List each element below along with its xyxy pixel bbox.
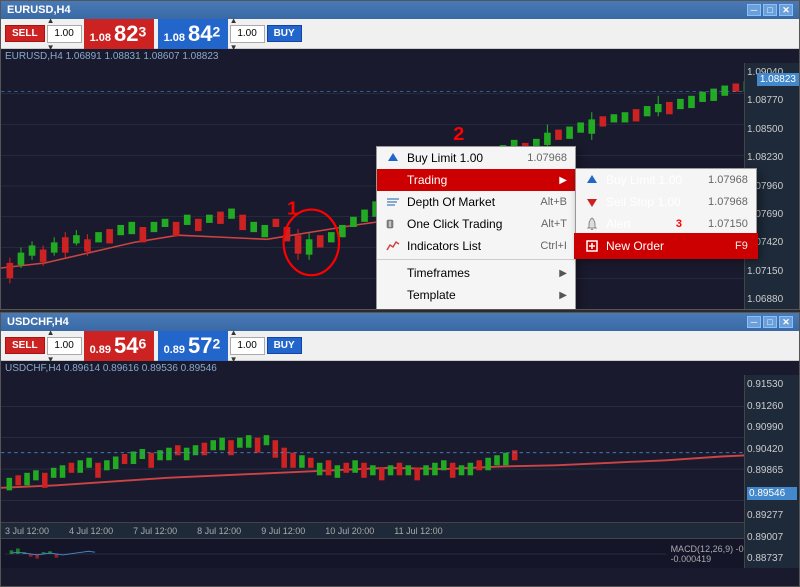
menu-item-buy-limit-top[interactable]: Buy Limit 1.00 1.07968: [377, 147, 575, 169]
bottom-buy-price-box: 0.89 572: [158, 331, 228, 361]
top-chart-window: EURUSD,H4 ─ □ ✕ SELL ▲ ▼ 1.08 823: [0, 0, 800, 310]
menu-item-one-click-trading[interactable]: One Click Trading Alt+T: [377, 213, 575, 235]
bottom-chart-svg: [1, 375, 799, 538]
context-menu: Buy Limit 1.00 1.07968 Trading ▶ B: [376, 146, 576, 310]
bell-icon: [584, 216, 600, 232]
bottom-close-btn[interactable]: ✕: [779, 316, 793, 328]
buy-qty-input[interactable]: [230, 25, 265, 43]
menu-item-indicators-list[interactable]: Indicators List Ctrl+I: [377, 235, 575, 257]
trading-icon: [385, 172, 401, 188]
bottom-restore-btn[interactable]: □: [763, 316, 777, 328]
title-bar-buttons: ─ □ ✕: [747, 4, 793, 16]
date-scale-bottom: 3 Jul 12:00 4 Jul 12:00 7 Jul 12:00 8 Ju…: [1, 522, 799, 538]
sell-qty-input[interactable]: [47, 25, 82, 43]
bottom-chart-toolbar: SELL ▲ ▼ 0.89 546 0.89 572 ▲ ▼: [1, 331, 799, 361]
timeframes-icon: [385, 265, 401, 281]
menu-item-trading[interactable]: Trading ▶ Buy Limit 1.00 1.07968: [377, 169, 575, 191]
bottom-title-bar-buttons: ─ □ ✕: [747, 316, 793, 328]
svg-text:1: 1: [287, 199, 298, 219]
bottom-sell-button[interactable]: SELL: [5, 337, 45, 354]
menu-item-refresh[interactable]: Refresh: [377, 306, 575, 310]
trading-submenu: Buy Limit 1.00 1.07968 Sell Stop 1.00 1.…: [575, 168, 757, 258]
bottom-chart-info: USDCHF,H4 0.89614 0.89616 0.89536 0.8954…: [1, 361, 799, 375]
sell-stop-icon: [584, 194, 600, 210]
submenu-buy-limit[interactable]: Buy Limit 1.00 1.07968: [576, 169, 756, 191]
chart-toolbar: SELL ▲ ▼ 1.08 823 1.08 842 ▲: [1, 19, 799, 49]
bottom-sell-qty-input[interactable]: [47, 337, 82, 355]
buy-price-box: 1.08 842: [158, 19, 228, 49]
current-price-label: 1.08823: [757, 73, 799, 86]
dom-icon: [385, 194, 401, 210]
bottom-buy-qty-input[interactable]: [230, 337, 265, 355]
refresh-icon: [385, 309, 401, 310]
arrow-up-icon: [385, 150, 401, 166]
price-scale-bottom: 0.91530 0.91260 0.90990 0.90420 0.89865 …: [744, 375, 799, 568]
submenu-new-order[interactable]: New Order F9: [576, 235, 756, 257]
submenu-alert[interactable]: Alert 3 1.07150: [576, 213, 756, 235]
bottom-chart-window: USDCHF,H4 ─ □ ✕ SELL ▲ ▼ 0.89 546: [0, 312, 800, 587]
minimize-btn[interactable]: ─: [747, 4, 761, 16]
close-btn[interactable]: ✕: [779, 4, 793, 16]
one-click-label: One Click Trading: [407, 217, 515, 231]
menu-item-timeframes[interactable]: Timeframes ▶: [377, 262, 575, 284]
bottom-sell-price-box: 0.89 546: [84, 331, 154, 361]
top-chart-title: EURUSD,H4: [7, 4, 71, 16]
submenu-sell-stop[interactable]: Sell Stop 1.00 1.07968: [576, 191, 756, 213]
menu-item-depth-of-market[interactable]: Depth Of Market Alt+B: [377, 191, 575, 213]
top-chart-info: EURUSD,H4 1.06891 1.08831 1.08607 1.0882…: [1, 49, 799, 63]
menu-item-template[interactable]: Template ▶: [377, 284, 575, 306]
oneclick-icon: [385, 216, 401, 232]
svg-text:2: 2: [453, 125, 464, 145]
bottom-minimize-btn[interactable]: ─: [747, 316, 761, 328]
separator-1: [377, 259, 575, 260]
sell-group: SELL ▲ ▼ 1.08 823: [5, 16, 154, 52]
restore-btn[interactable]: □: [763, 4, 777, 16]
buy-limit-icon: [584, 172, 600, 188]
bottom-chart-title: USDCHF,H4: [7, 316, 69, 328]
bottom-buy-button[interactable]: BUY: [267, 337, 302, 354]
template-icon: [385, 287, 401, 303]
sell-price-box: 1.08 823: [84, 19, 154, 49]
macd-area: MACD(12,26,9) -0.000726 -0.000419: [1, 538, 799, 568]
buy-group: 1.08 842 ▲ ▼ BUY: [158, 16, 302, 52]
bottom-buy-group: 0.89 572 ▲ ▼ BUY: [158, 328, 302, 364]
sell-button[interactable]: SELL: [5, 25, 45, 42]
bottom-sell-group: SELL ▲ ▼ 0.89 546: [5, 328, 154, 364]
buy-button[interactable]: BUY: [267, 25, 302, 42]
new-order-icon: [584, 238, 600, 254]
indicators-icon: [385, 238, 401, 254]
